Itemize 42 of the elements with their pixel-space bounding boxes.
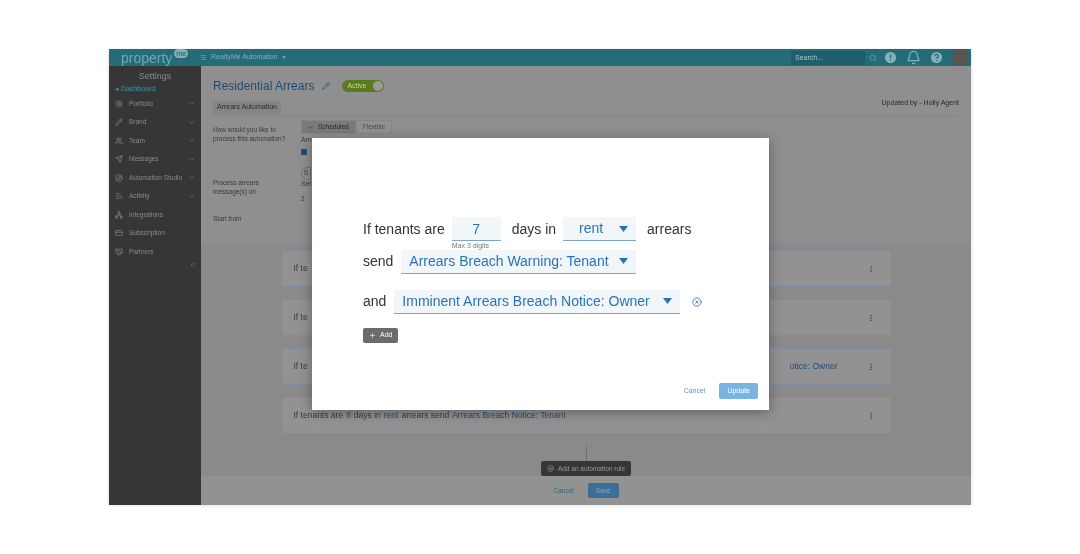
condition-text: If tenants are [363,220,445,239]
compass-icon [115,173,123,182]
plus-icon [546,465,554,472]
menu-icon [200,54,208,61]
alert-icon[interactable] [883,50,898,65]
caret-icon [663,298,673,304]
condition-text: arrears [647,220,692,239]
days-input[interactable]: 7 [451,217,501,241]
send-label: send [363,252,394,271]
bell-icon[interactable] [906,50,921,65]
template-select[interactable]: Arrears Breach Warning: Tenant [401,249,637,274]
help-icon[interactable] [929,50,944,65]
hierarchy-icon [115,210,123,219]
search-icon[interactable] [869,53,877,62]
gear-icon [115,99,123,108]
rule-text: If te [293,311,308,324]
checkbox[interactable] [301,148,307,155]
remove-icon[interactable] [692,296,703,307]
paper-plane-icon [115,155,123,164]
feed-icon [115,192,123,201]
rule-text: If te [293,360,308,373]
page-title: Residential Arrears [213,78,315,95]
caret-icon [619,258,629,264]
condition-text: days in [511,220,557,239]
rule-text: otice: Owner [789,360,838,373]
plus-icon [369,331,376,339]
caret-icon [619,225,629,232]
collapse-icon[interactable] [189,261,197,269]
handshake-icon [115,247,123,256]
sidebar-title: Settings [137,70,173,83]
card-icon [115,229,123,238]
rule-text: If te [293,262,308,275]
caret-icon [281,56,286,59]
avatar[interactable] [952,49,969,66]
logo: property [121,50,173,65]
edit-icon [115,118,123,127]
and-label: and [363,292,387,311]
template-select[interactable]: Imminent Arrears Breach Notice: Owner [394,289,681,314]
check-icon [308,123,314,130]
arrears-type-select[interactable]: rent [563,217,637,241]
edit-icon[interactable] [322,82,331,90]
users-icon [115,136,123,145]
